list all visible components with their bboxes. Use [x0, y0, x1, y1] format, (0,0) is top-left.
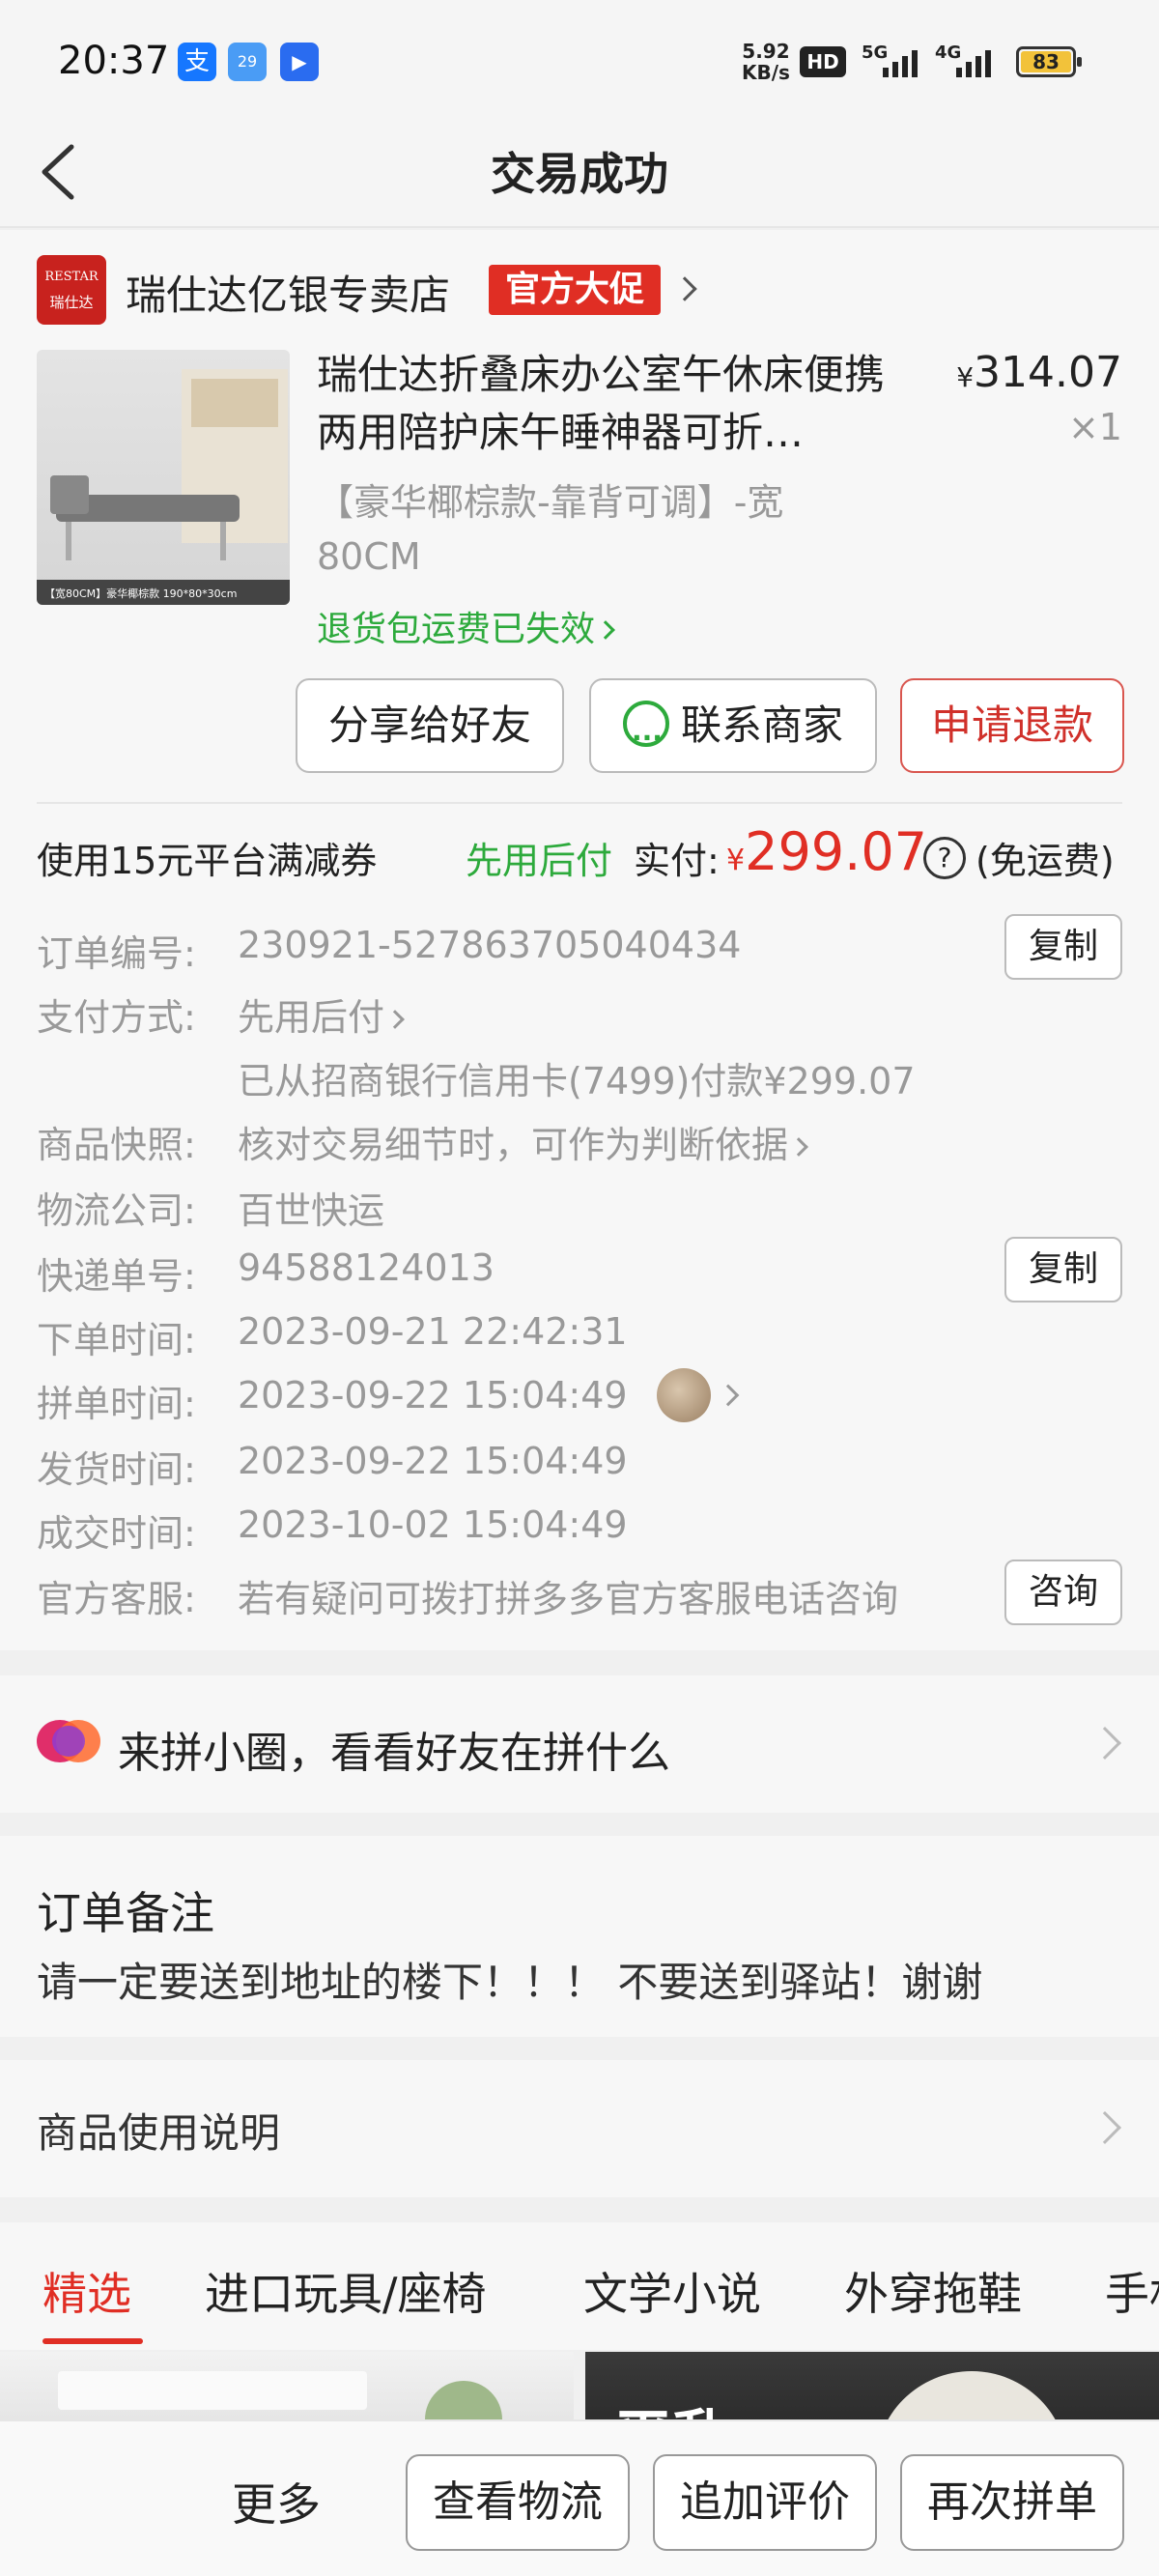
more-button[interactable]: 更多 — [232, 2470, 321, 2533]
order-time-value: 2023-09-21 22:42:31 — [238, 1310, 628, 1353]
paid-amount: ¥299.07 — [726, 821, 928, 882]
page-title: 交易成功 — [491, 148, 668, 200]
service-value: 若有疑问可拨打拼多多官方客服电话咨询 — [238, 1578, 899, 1620]
return-shipping-note[interactable]: 退货包运费已失效 — [317, 601, 615, 651]
battery-icon: 83 — [1016, 46, 1082, 77]
ship-time-label: 发货时间: — [37, 1448, 196, 1491]
share-button[interactable]: 分享给好友 — [296, 678, 564, 773]
order-time-label: 下单时间: — [37, 1319, 196, 1361]
help-icon[interactable]: ? — [923, 837, 966, 879]
order-no-label: 订单编号: — [37, 932, 196, 975]
nav-header: 交易成功 — [0, 116, 1159, 228]
pay-later-label: 先用后付 — [466, 840, 613, 882]
remark-text: 请一定要送到地址的楼下！！！ 不要送到驿站！谢谢 — [37, 1959, 983, 2006]
copy-order-no-button[interactable]: 复制 — [1004, 914, 1122, 980]
divider — [37, 802, 1122, 804]
copy-tracking-button[interactable]: 复制 — [1004, 1237, 1122, 1302]
status-bar: 20:37 支 29 ▶ 5.92 KB/s HD 5G 4G 83 — [0, 0, 1159, 116]
ship-time-value: 2023-09-22 15:04:49 — [238, 1440, 628, 1482]
tracking-label: 快递单号: — [37, 1255, 196, 1298]
view-logistics-button[interactable]: 查看物流 — [406, 2454, 630, 2551]
svg-text:【宽80CM】豪华椰棕款 190*80*30cm: 【宽80CM】豪华椰棕款 190*80*30cm — [44, 587, 237, 600]
product-title[interactable]: 瑞仕达折叠床办公室午休床便携两用陪护床午睡神器可折… — [317, 346, 896, 462]
tracking-value: 94588124013 — [238, 1246, 495, 1289]
weather-icon: 29 — [228, 43, 267, 81]
avatar[interactable] — [657, 1368, 711, 1422]
alipay-icon: 支 — [178, 43, 216, 81]
product-price: ¥314.07 — [956, 348, 1122, 397]
refund-button[interactable]: 申请退款 — [900, 678, 1124, 773]
pay-method-value[interactable]: 先用后付 — [238, 987, 405, 1041]
circle-logo-icon-core — [52, 1726, 85, 1757]
snapshot-link[interactable]: 核对交易细节时，可作为判断依据 — [238, 1115, 808, 1168]
consult-button[interactable]: 咨询 — [1004, 1560, 1122, 1625]
service-label: 官方客服: — [37, 1578, 196, 1620]
shop-name[interactable]: 瑞仕达亿银专卖店 — [126, 263, 450, 322]
deal-time-label: 成交时间: — [37, 1512, 196, 1555]
free-shipping-label: (免运费) — [975, 840, 1115, 882]
pay-detail: 已从招商银行信用卡(7499)付款¥299.07 — [238, 1060, 916, 1102]
shop-logo[interactable]: RESTAR 瑞仕达 — [37, 255, 106, 325]
chevron-right-icon — [789, 1137, 808, 1157]
signal-icon-2 — [956, 46, 1001, 77]
signal-icon — [883, 46, 927, 77]
hd-voice-icon: HD — [800, 46, 846, 77]
tab-toys-seats[interactable]: 进口玩具/座椅 — [205, 2259, 487, 2323]
contact-seller-button[interactable]: 联系商家 — [589, 678, 877, 784]
return-chevron-icon — [596, 620, 615, 640]
product-quantity: ×1 — [1067, 406, 1122, 448]
logistics-value: 百世快运 — [238, 1189, 385, 1232]
promo-badge[interactable]: 官方大促 — [489, 265, 661, 315]
network-speed: 5.92 KB/s — [742, 40, 790, 84]
tab-active-indicator — [42, 2338, 143, 2344]
tab-phones[interactable]: 手机 — [1105, 2259, 1159, 2323]
status-time: 20:37 — [58, 39, 170, 83]
friend-circle-text: 来拼小圈，看看好友在拼什么 — [118, 1729, 670, 1778]
recommend-tabs: 精选 进口玩具/座椅 文学小说 外穿拖鞋 手机 — [0, 2222, 1159, 2350]
add-review-button[interactable]: 追加评价 — [653, 2454, 877, 2551]
chat-icon — [622, 693, 669, 784]
remark-title: 订单备注 — [37, 1887, 214, 1939]
logistics-label: 物流公司: — [37, 1189, 196, 1232]
instructions-text: 商品使用说明 — [37, 2109, 281, 2157]
group-time-value: 2023-09-22 15:04:49 — [238, 1374, 628, 1417]
snapshot-label: 商品快照: — [37, 1124, 196, 1166]
chevron-right-icon — [385, 1010, 405, 1029]
paid-label: 实付: — [634, 840, 720, 882]
order-no-value: 230921-527863705040434 — [238, 924, 742, 966]
product-image[interactable]: 【宽80CM】豪华椰棕款 190*80*30cm — [37, 350, 290, 605]
tab-literature[interactable]: 文学小说 — [583, 2259, 761, 2323]
tab-featured[interactable]: 精选 — [42, 2259, 131, 2323]
pay-method-label: 支付方式: — [37, 996, 196, 1039]
bottom-action-bar: 更多 查看物流 追加评价 再次拼单 — [0, 2419, 1159, 2576]
coupon-text: 使用15元平台满减券 — [37, 840, 378, 882]
reorder-button[interactable]: 再次拼单 — [900, 2454, 1124, 2551]
video-app-icon: ▶ — [280, 43, 319, 81]
product-spec: 【豪华椰棕款-靠背可调】-宽80CM — [317, 481, 784, 578]
tab-slippers[interactable]: 外穿拖鞋 — [844, 2259, 1022, 2323]
group-time-label: 拼单时间: — [37, 1383, 196, 1425]
deal-time-value: 2023-10-02 15:04:49 — [238, 1503, 628, 1546]
